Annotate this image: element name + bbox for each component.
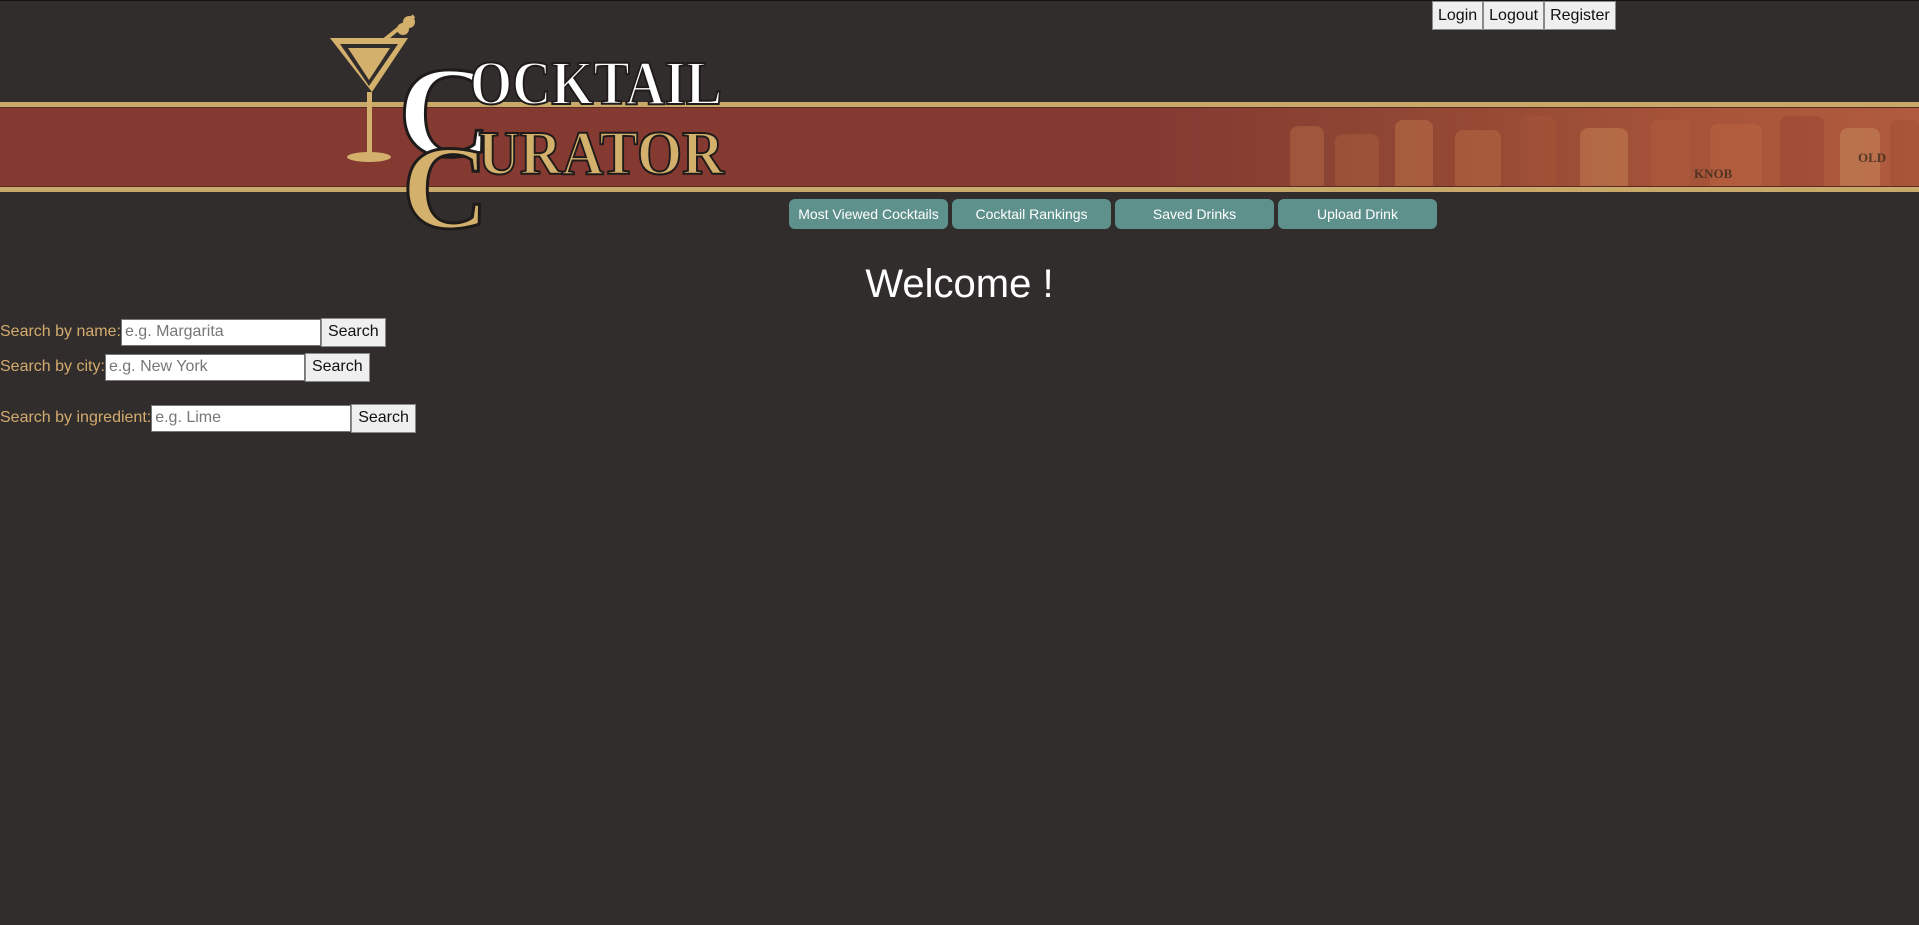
search-ingredient-button[interactable]: Search [351,403,416,433]
search-city-input[interactable] [104,353,305,381]
search-ingredient-label: Search by ingredient: [0,409,152,426]
search-by-ingredient-row: Search by ingredient: Search [0,403,416,433]
logout-button[interactable]: Logout [1483,1,1545,30]
search-ingredient-input[interactable] [151,404,352,432]
top-border [0,0,1919,1]
nav-most-viewed-cocktails[interactable]: Most Viewed Cocktails [789,199,948,229]
bottle-label-knob: KNOB [1694,166,1733,181]
search-by-city-row: Search by city: Search [0,352,370,382]
search-by-name-row: Search by name: Search [0,317,386,347]
logo-word-curator: URATOR [478,120,725,188]
search-city-button[interactable]: Search [304,352,370,382]
banner-bottles-backdrop: KNOB OLD [0,107,1919,187]
search-name-input[interactable] [120,318,321,346]
welcome-heading: Welcome ! [865,262,1054,306]
search-name-label: Search by name: [0,323,121,340]
search-city-label: Search by city: [0,358,105,375]
register-button[interactable]: Register [1544,1,1616,30]
main-nav: Most Viewed Cocktails Cocktail Rankings … [789,199,1437,229]
login-button[interactable]: Login [1432,1,1484,30]
nav-cocktail-rankings[interactable]: Cocktail Rankings [952,199,1111,229]
bottle-label-old: OLD [1858,150,1887,165]
nav-saved-drinks[interactable]: Saved Drinks [1115,199,1274,229]
logo-initial-c2: C [402,121,489,234]
cocktail-curator-logo[interactable]: C C OCKTAIL URATOR [328,8,728,234]
header-banner: KNOB OLD [0,102,1919,192]
nav-upload-drink[interactable]: Upload Drink [1278,199,1437,229]
logo-word-cocktail: OCKTAIL [470,50,722,118]
search-name-button[interactable]: Search [320,317,386,347]
auth-buttons: Login Logout Register [1432,1,1616,30]
